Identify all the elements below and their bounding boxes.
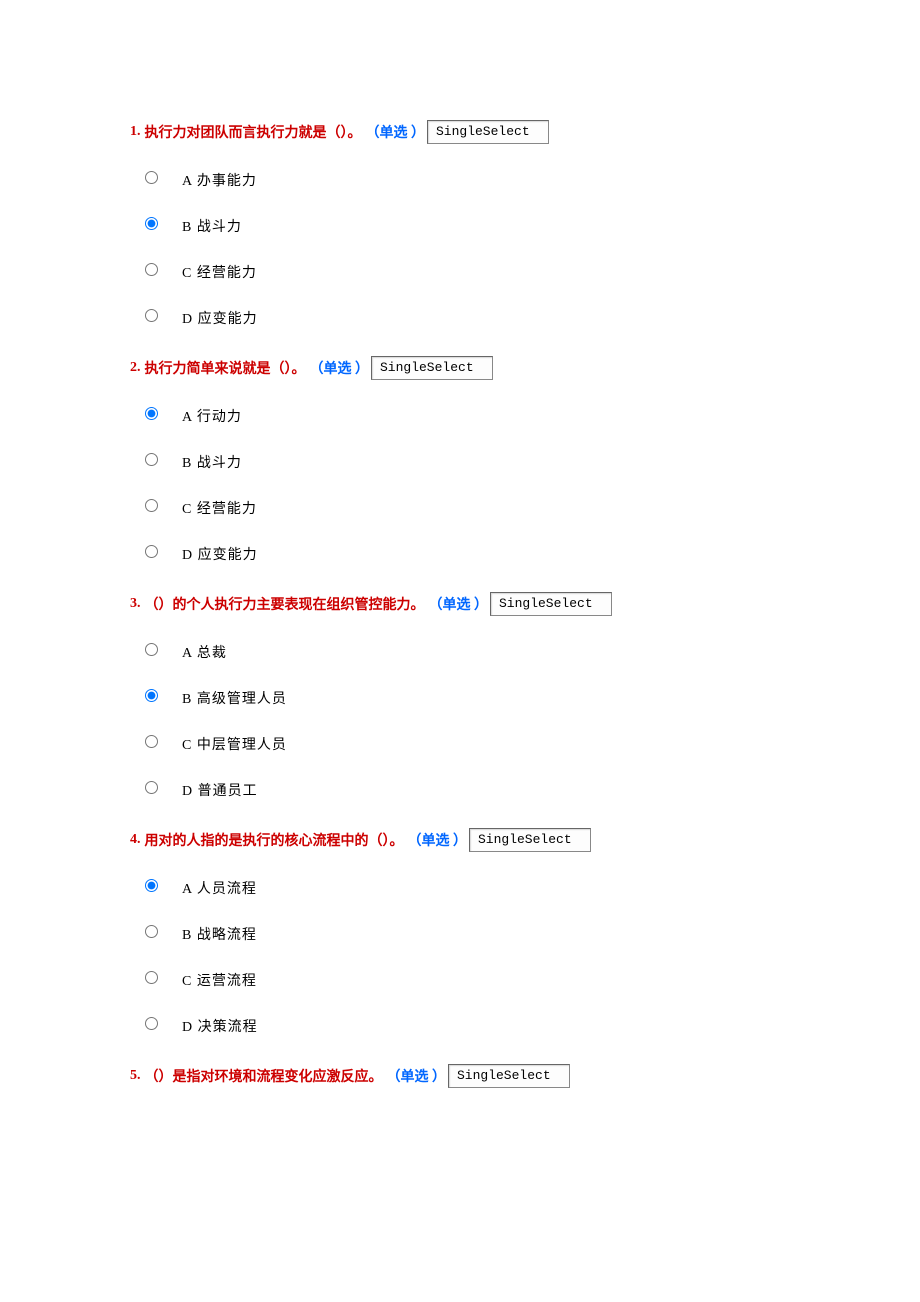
option-radio[interactable]	[145, 971, 158, 984]
option-label: D 决策流程	[182, 1016, 258, 1036]
question-number: 2.	[130, 360, 141, 376]
option: A 总裁	[130, 642, 790, 662]
option: C 中层管理人员	[130, 734, 790, 754]
option-label: C 经营能力	[182, 262, 257, 282]
question-type-label: （单选 ）	[387, 1066, 447, 1086]
option-radio[interactable]	[145, 643, 158, 656]
option: A 行动力	[130, 406, 790, 426]
question-type-label: （单选 ）	[366, 122, 426, 142]
option: B 战斗力	[130, 452, 790, 472]
option-label: D 普通员工	[182, 780, 258, 800]
single-select-box[interactable]: SingleSelect	[371, 356, 493, 380]
question: 2.执行力简单来说就是（）。（单选 ）SingleSelect A 行动力 B 战斗…	[130, 356, 790, 564]
question-header: 4.用对的人指的是执行的核心流程中的（）。（单选 ）SingleSelect	[130, 828, 790, 852]
question-header: 1.执行力对团队而言执行力就是（）。（单选 ）SingleSelect	[130, 120, 790, 144]
option: D 应变能力	[130, 544, 790, 564]
quiz-container: 1.执行力对团队而言执行力就是（）。（单选 ）SingleSelectA 办事能…	[130, 120, 790, 1088]
option-radio[interactable]	[145, 1017, 158, 1030]
question-number: 5.	[130, 1068, 141, 1084]
question-type-label: （单选 ）	[429, 594, 489, 614]
option: C 运营流程	[130, 970, 790, 990]
question-type-label: （单选 ）	[408, 830, 468, 850]
option: B 战斗力	[130, 216, 790, 236]
option: D 普通员工	[130, 780, 790, 800]
option-radio[interactable]	[145, 453, 158, 466]
option-label: A 行动力	[182, 406, 242, 426]
question: 5.（）是指对环境和流程变化应激反应。（单选 ）SingleSelect	[130, 1064, 790, 1088]
option-label: C 运营流程	[182, 970, 257, 990]
option: B 高级管理人员	[130, 688, 790, 708]
single-select-box[interactable]: SingleSelect	[448, 1064, 570, 1088]
question-header: 5.（）是指对环境和流程变化应激反应。（单选 ）SingleSelect	[130, 1064, 790, 1088]
question-text: 用对的人指的是执行的核心流程中的（）。	[145, 830, 404, 850]
question: 3.（）的个人执行力主要表现在组织管控能力。（单选 ）SingleSelect A…	[130, 592, 790, 800]
option-radio[interactable]	[145, 499, 158, 512]
option-label: B 高级管理人员	[182, 688, 287, 708]
question-text: 执行力对团队而言执行力就是（）。	[145, 122, 362, 142]
question-number: 4.	[130, 832, 141, 848]
option-radio[interactable]	[145, 925, 158, 938]
option-label: D 应变能力	[182, 308, 258, 328]
option-label: D 应变能力	[182, 544, 258, 564]
option: B 战略流程	[130, 924, 790, 944]
option-label: B 战略流程	[182, 924, 257, 944]
single-select-box[interactable]: SingleSelect	[490, 592, 612, 616]
option: D 决策流程	[130, 1016, 790, 1036]
option-radio[interactable]	[145, 689, 158, 702]
option-radio[interactable]	[145, 879, 158, 892]
question: 1.执行力对团队而言执行力就是（）。（单选 ）SingleSelect A 办事能…	[130, 120, 790, 328]
option-label: A 总裁	[182, 642, 227, 662]
option-label: B 战斗力	[182, 216, 242, 236]
option-radio[interactable]	[145, 263, 158, 276]
option-label: A 办事能力	[182, 170, 257, 190]
single-select-box[interactable]: SingleSelect	[469, 828, 591, 852]
question: 4.用对的人指的是执行的核心流程中的（）。（单选 ）SingleSelect A …	[130, 828, 790, 1036]
option-label: A 人员流程	[182, 878, 257, 898]
question-text: （）的个人执行力主要表现在组织管控能力。	[145, 594, 425, 614]
single-select-box[interactable]: SingleSelect	[427, 120, 549, 144]
question-number: 3.	[130, 596, 141, 612]
option-radio[interactable]	[145, 217, 158, 230]
option-radio[interactable]	[145, 545, 158, 558]
option-radio[interactable]	[145, 171, 158, 184]
question-header: 3.（）的个人执行力主要表现在组织管控能力。（单选 ）SingleSelect	[130, 592, 790, 616]
option: D 应变能力	[130, 308, 790, 328]
question-type-label: （单选 ）	[310, 358, 370, 378]
question-number: 1.	[130, 124, 141, 140]
question-text: 执行力简单来说就是（）。	[145, 358, 306, 378]
option-label: C 中层管理人员	[182, 734, 287, 754]
option-radio[interactable]	[145, 309, 158, 322]
option: C 经营能力	[130, 262, 790, 282]
option: C 经营能力	[130, 498, 790, 518]
option-label: C 经营能力	[182, 498, 257, 518]
option-radio[interactable]	[145, 735, 158, 748]
question-header: 2.执行力简单来说就是（）。（单选 ）SingleSelect	[130, 356, 790, 380]
option-label: B 战斗力	[182, 452, 242, 472]
question-text: （）是指对环境和流程变化应激反应。	[145, 1066, 383, 1086]
option: A 办事能力	[130, 170, 790, 190]
option-radio[interactable]	[145, 407, 158, 420]
option: A 人员流程	[130, 878, 790, 898]
option-radio[interactable]	[145, 781, 158, 794]
